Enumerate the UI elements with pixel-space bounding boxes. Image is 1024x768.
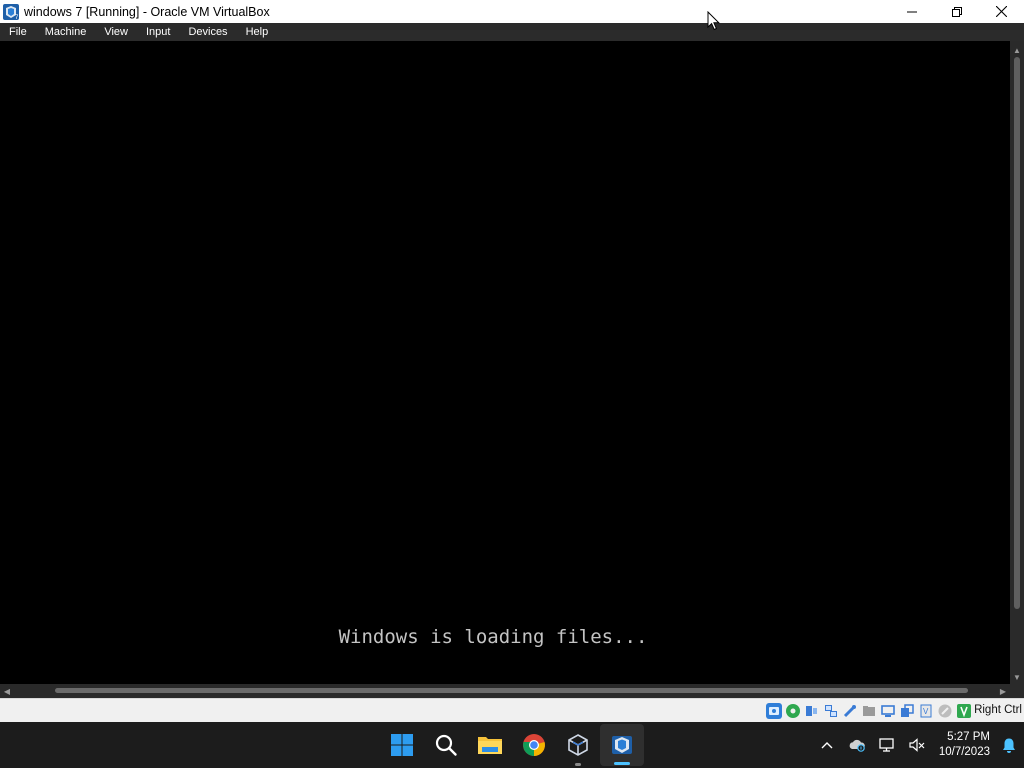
window-title: windows 7 [Running] - Oracle VM VirtualB… xyxy=(24,4,270,19)
onedrive-icon xyxy=(849,739,865,752)
chrome-icon xyxy=(523,734,545,756)
virtualbox-manager-button[interactable] xyxy=(556,722,600,768)
menu-machine[interactable]: Machine xyxy=(35,23,95,41)
menu-devices[interactable]: Devices xyxy=(178,23,235,41)
display-icon[interactable] xyxy=(880,703,896,719)
taskbar: 5:27 PM 10/7/2023 xyxy=(0,722,1024,768)
title-bar[interactable]: 7 windows 7 [Running] - Oracle VM Virtua… xyxy=(0,0,1024,23)
scroll-up-arrow-icon[interactable]: ▲ xyxy=(1010,43,1024,57)
vertical-scroll-thumb[interactable] xyxy=(1014,57,1020,609)
system-tray: 5:27 PM 10/7/2023 xyxy=(812,722,1024,768)
host-key-icon[interactable] xyxy=(956,703,972,719)
scroll-left-arrow-icon[interactable]: ◀ xyxy=(1,684,13,698)
scroll-down-arrow-icon[interactable]: ▼ xyxy=(1010,670,1024,684)
scroll-corner xyxy=(1010,684,1024,698)
minimize-button[interactable] xyxy=(889,0,934,23)
usb-icon[interactable] xyxy=(842,703,858,719)
menu-bar: File Machine View Input Devices Help xyxy=(0,23,1024,41)
file-explorer-button[interactable] xyxy=(468,722,512,768)
virtualbox-vm-button[interactable] xyxy=(600,724,644,766)
search-icon xyxy=(435,734,457,756)
hard-disk-icon[interactable] xyxy=(766,703,782,719)
running-indicator xyxy=(575,763,581,766)
maximize-button[interactable] xyxy=(934,0,979,23)
status-icons: V xyxy=(766,702,972,720)
network-icon xyxy=(879,738,894,752)
clock-date: 10/7/2023 xyxy=(938,746,990,758)
network-status-button[interactable] xyxy=(872,722,902,768)
shared-folders-icon[interactable] xyxy=(861,703,877,719)
menu-input[interactable]: Input xyxy=(136,23,178,41)
video-capture-icon[interactable] xyxy=(899,703,915,719)
onedrive-button[interactable] xyxy=(842,722,872,768)
virtualbox-win7-icon xyxy=(612,736,632,754)
virtualization-icon[interactable]: V xyxy=(918,703,934,719)
close-icon xyxy=(996,6,1007,17)
vm-display[interactable]: Windows is loading files... xyxy=(0,41,1010,684)
menu-file[interactable]: File xyxy=(0,23,35,41)
taskbar-apps xyxy=(380,722,644,768)
chrome-button[interactable] xyxy=(512,722,556,768)
boot-status-text: Windows is loading files... xyxy=(338,626,648,648)
virtualbox-icon xyxy=(568,734,588,756)
show-hidden-icons-button[interactable] xyxy=(812,722,842,768)
volume-button[interactable] xyxy=(902,722,932,768)
active-window-indicator xyxy=(614,762,630,765)
audio-icon[interactable] xyxy=(804,703,820,719)
clock-time: 5:27 PM xyxy=(947,731,990,743)
start-button[interactable] xyxy=(380,722,424,768)
horizontal-scrollbar[interactable]: ◀ ▶ xyxy=(0,684,1010,698)
svg-text:V: V xyxy=(923,707,929,716)
host-key-label: Right Ctrl xyxy=(974,704,1022,716)
clock[interactable]: 5:27 PM 10/7/2023 xyxy=(932,722,994,768)
horizontal-scroll-thumb[interactable] xyxy=(55,688,968,693)
notifications-button[interactable] xyxy=(994,722,1024,768)
vm-status-bar: V Right Ctrl xyxy=(0,698,1024,722)
scroll-right-arrow-icon[interactable]: ▶ xyxy=(997,684,1009,698)
minimize-icon xyxy=(906,11,917,12)
vertical-scrollbar[interactable]: ▲ ▼ xyxy=(1010,41,1024,684)
bell-icon xyxy=(1003,738,1015,753)
restore-icon xyxy=(951,6,962,17)
search-button[interactable] xyxy=(424,722,468,768)
mouse-cursor-icon xyxy=(707,11,720,31)
close-button[interactable] xyxy=(979,0,1024,23)
windows-logo-icon xyxy=(391,734,413,756)
menu-view[interactable]: View xyxy=(94,23,136,41)
window-controls xyxy=(889,0,1024,23)
network-icon[interactable] xyxy=(823,703,839,719)
virtualbox-win7-icon: 7 xyxy=(2,3,20,21)
optical-drive-icon[interactable] xyxy=(785,703,801,719)
chevron-up-icon xyxy=(821,742,833,749)
folder-icon xyxy=(478,737,502,754)
volume-muted-icon xyxy=(909,738,925,752)
menu-help[interactable]: Help xyxy=(236,23,277,41)
mouse-integration-icon[interactable] xyxy=(937,703,953,719)
